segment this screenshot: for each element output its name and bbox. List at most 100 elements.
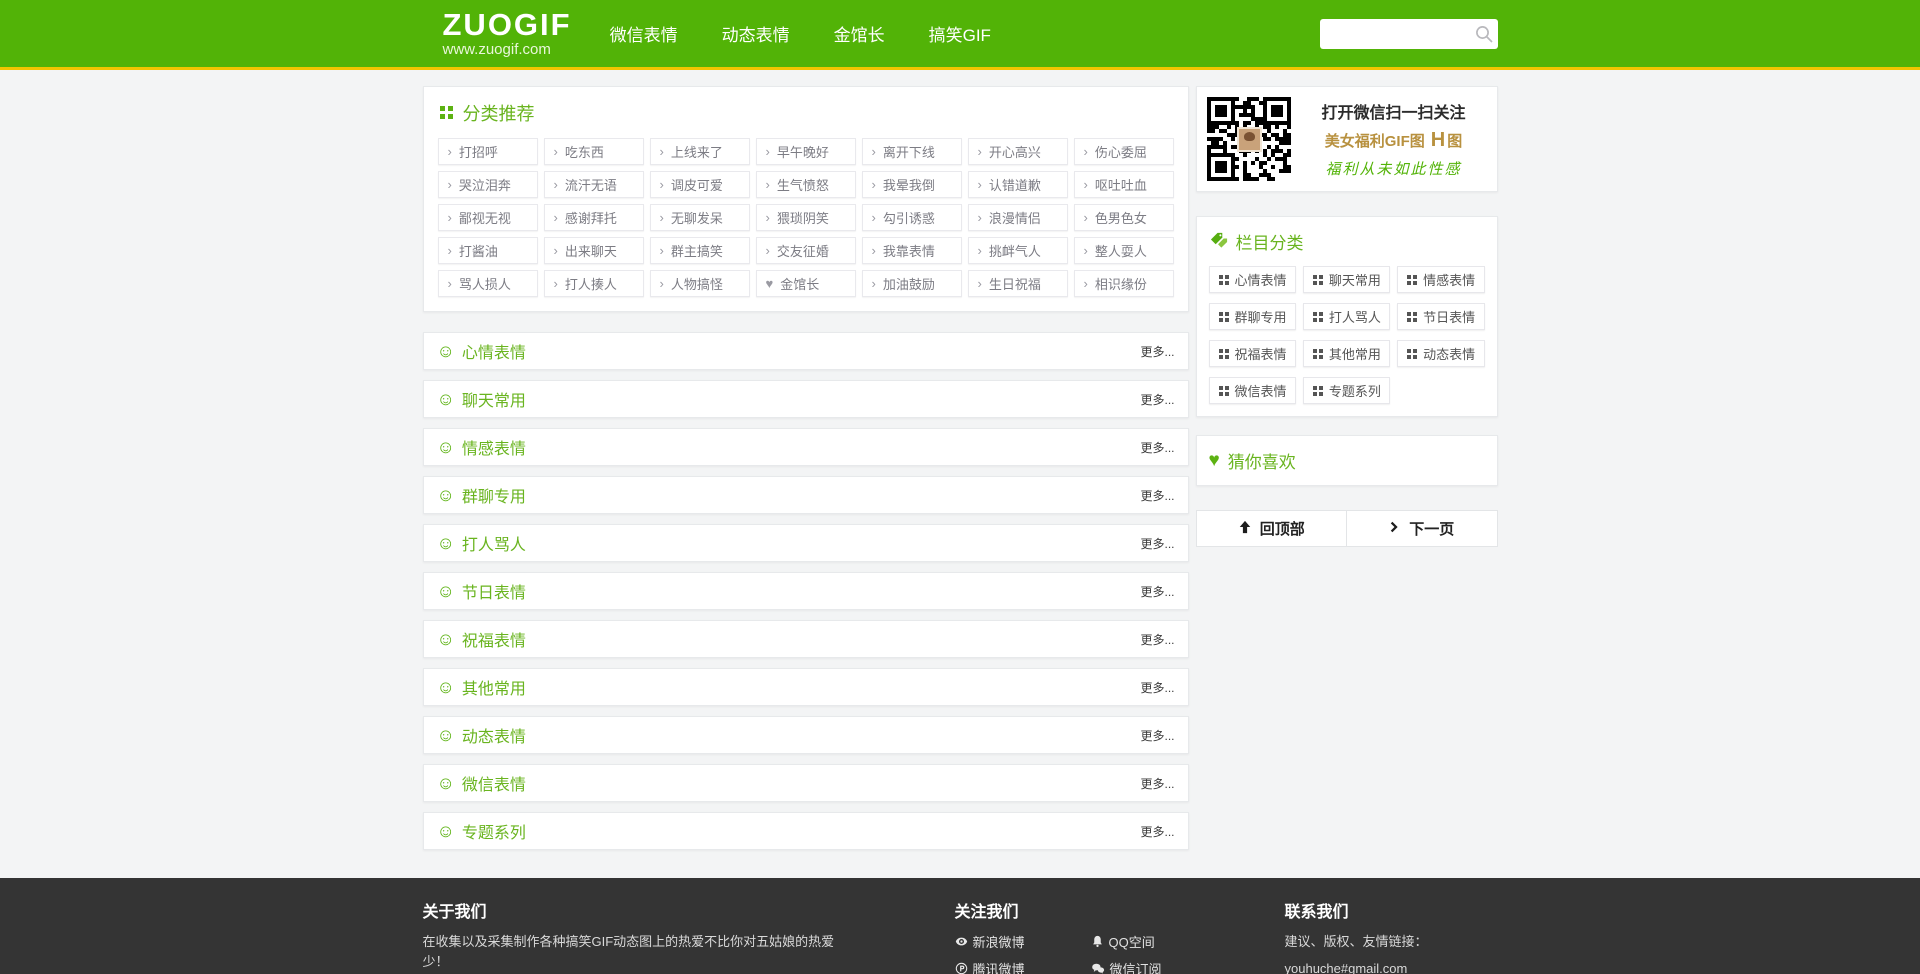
recommend-tag[interactable]: › 吃东西: [544, 138, 644, 165]
category-item[interactable]: 打人骂人: [1303, 303, 1390, 330]
recommend-tag[interactable]: › 生日祝福: [968, 270, 1068, 297]
recommend-tag[interactable]: › 打招呼: [438, 138, 538, 165]
nav-item[interactable]: 金馆长: [834, 21, 885, 46]
recommend-tag[interactable]: › 加油鼓励: [862, 270, 962, 297]
recommend-tag[interactable]: › 呕吐吐血: [1074, 171, 1174, 198]
recommend-tag[interactable]: › 哭泣泪奔: [438, 171, 538, 198]
recommend-tag-grid: › 打招呼 › 吃东西 › 上线来了: [438, 138, 1174, 297]
search-input[interactable]: [1320, 19, 1498, 49]
site-logo[interactable]: ZUOGIF www.zuogif.com: [443, 9, 572, 57]
category-item[interactable]: 专题系列: [1303, 377, 1390, 404]
category-label: 其他常用: [1329, 344, 1381, 363]
section-title[interactable]: 情感表情: [462, 435, 526, 459]
recommend-tag[interactable]: › 挑衅气人: [968, 237, 1068, 264]
main-nav: 微信表情 动态表情 金馆长 搞笑GIF: [610, 21, 991, 46]
footer-social-link[interactable]: 新浪微博: [955, 932, 1073, 951]
chevron-icon: ›: [766, 211, 770, 224]
recommend-tag[interactable]: › 鄙视无视: [438, 204, 538, 231]
more-link[interactable]: 更多...: [1140, 775, 1174, 792]
more-link[interactable]: 更多...: [1140, 727, 1174, 744]
recommend-tag[interactable]: › 生气愤怒: [756, 171, 856, 198]
smiley-icon: ☺: [437, 582, 455, 600]
section-title[interactable]: 祝福表情: [462, 627, 526, 651]
footer-contact-title: 联系我们: [1285, 898, 1495, 922]
nav-item[interactable]: 动态表情: [722, 21, 790, 46]
footer-social-link[interactable]: QQ空间: [1091, 932, 1209, 951]
section-title[interactable]: 动态表情: [462, 723, 526, 747]
recommend-tag[interactable]: › 猥琐阴笑: [756, 204, 856, 231]
more-link[interactable]: 更多...: [1140, 391, 1174, 408]
recommend-tag[interactable]: › 上线来了: [650, 138, 750, 165]
more-link[interactable]: 更多...: [1140, 535, 1174, 552]
section-title[interactable]: 节日表情: [462, 579, 526, 603]
chevron-icon: ›: [554, 145, 558, 158]
footer-social-link[interactable]: 腾讯微博: [955, 959, 1073, 974]
recommend-tag[interactable]: ♥ 金馆长: [756, 270, 856, 297]
recommend-tag[interactable]: › 交友征婚: [756, 237, 856, 264]
guess-panel: ♥ 猜你喜欢: [1196, 435, 1498, 486]
recommend-tag[interactable]: › 调皮可爱: [650, 171, 750, 198]
recommend-tag[interactable]: › 人物搞怪: [650, 270, 750, 297]
category-item[interactable]: 其他常用: [1303, 340, 1390, 367]
more-link[interactable]: 更多...: [1140, 487, 1174, 504]
chevron-icon: ›: [872, 145, 876, 158]
category-item[interactable]: 情感表情: [1397, 266, 1484, 293]
recommend-tag[interactable]: › 流汗无语: [544, 171, 644, 198]
heart-icon: ♥: [766, 277, 774, 290]
section-title[interactable]: 专题系列: [462, 819, 526, 843]
recommend-tag[interactable]: › 认错道歉: [968, 171, 1068, 198]
section-title[interactable]: 心情表情: [462, 339, 526, 363]
category-item[interactable]: 心情表情: [1209, 266, 1296, 293]
qr-sub-h: H: [1431, 129, 1445, 151]
squares-icon: [1407, 312, 1411, 316]
nav-item[interactable]: 微信表情: [610, 21, 678, 46]
smiley-icon: ☺: [437, 486, 455, 504]
category-item[interactable]: 动态表情: [1397, 340, 1484, 367]
recommend-tag[interactable]: › 骂人损人: [438, 270, 538, 297]
more-link[interactable]: 更多...: [1140, 343, 1174, 360]
section-title[interactable]: 打人骂人: [462, 531, 526, 555]
footer-social-link[interactable]: 微信订阅: [1091, 959, 1209, 974]
category-item[interactable]: 聊天常用: [1303, 266, 1390, 293]
tag-label: 色男色女: [1095, 208, 1147, 227]
recommend-tag[interactable]: › 色男色女: [1074, 204, 1174, 231]
recommend-tag[interactable]: › 浪漫情侣: [968, 204, 1068, 231]
category-item[interactable]: 群聊专用: [1209, 303, 1296, 330]
more-link[interactable]: 更多...: [1140, 823, 1174, 840]
section-title[interactable]: 微信表情: [462, 771, 526, 795]
more-link[interactable]: 更多...: [1140, 583, 1174, 600]
recommend-tag[interactable]: › 整人耍人: [1074, 237, 1174, 264]
more-link[interactable]: 更多...: [1140, 679, 1174, 696]
recommend-tag[interactable]: › 离开下线: [862, 138, 962, 165]
recommend-tag[interactable]: › 无聊发呆: [650, 204, 750, 231]
recommend-tag[interactable]: › 相识缘份: [1074, 270, 1174, 297]
search-icon[interactable]: [1474, 24, 1494, 44]
recommend-tag[interactable]: › 我晕我倒: [862, 171, 962, 198]
wechat-qr-panel: 打开微信扫一扫关注 美女福利GIF图H图 福利从未如此性感: [1196, 86, 1498, 192]
chevron-icon: ›: [766, 178, 770, 191]
recommend-tag[interactable]: › 打酱油: [438, 237, 538, 264]
footer-contact-email[interactable]: youhuche#gmail.com: [1285, 959, 1495, 974]
nav-item[interactable]: 搞笑GIF: [929, 21, 991, 46]
recommend-tag[interactable]: › 感谢拜托: [544, 204, 644, 231]
recommend-tag[interactable]: › 早午晚好: [756, 138, 856, 165]
section-bar: ☺ 情感表情 更多...: [423, 428, 1189, 466]
recommend-tag[interactable]: › 打人揍人: [544, 270, 644, 297]
recommend-tag[interactable]: › 开心高兴: [968, 138, 1068, 165]
more-link[interactable]: 更多...: [1140, 631, 1174, 648]
category-item[interactable]: 微信表情: [1209, 377, 1296, 404]
more-link[interactable]: 更多...: [1140, 439, 1174, 456]
next-page-button[interactable]: 下一页: [1346, 511, 1497, 546]
recommend-tag[interactable]: › 伤心委屈: [1074, 138, 1174, 165]
chevron-icon: ›: [660, 244, 664, 257]
recommend-tag[interactable]: › 群主搞笑: [650, 237, 750, 264]
section-title[interactable]: 聊天常用: [462, 387, 526, 411]
section-title[interactable]: 其他常用: [462, 675, 526, 699]
category-item[interactable]: 祝福表情: [1209, 340, 1296, 367]
recommend-tag[interactable]: › 我靠表情: [862, 237, 962, 264]
category-item[interactable]: 节日表情: [1397, 303, 1484, 330]
section-title[interactable]: 群聊专用: [462, 483, 526, 507]
back-to-top-button[interactable]: 回顶部: [1197, 511, 1347, 546]
recommend-tag[interactable]: › 勾引诱惑: [862, 204, 962, 231]
recommend-tag[interactable]: › 出来聊天: [544, 237, 644, 264]
